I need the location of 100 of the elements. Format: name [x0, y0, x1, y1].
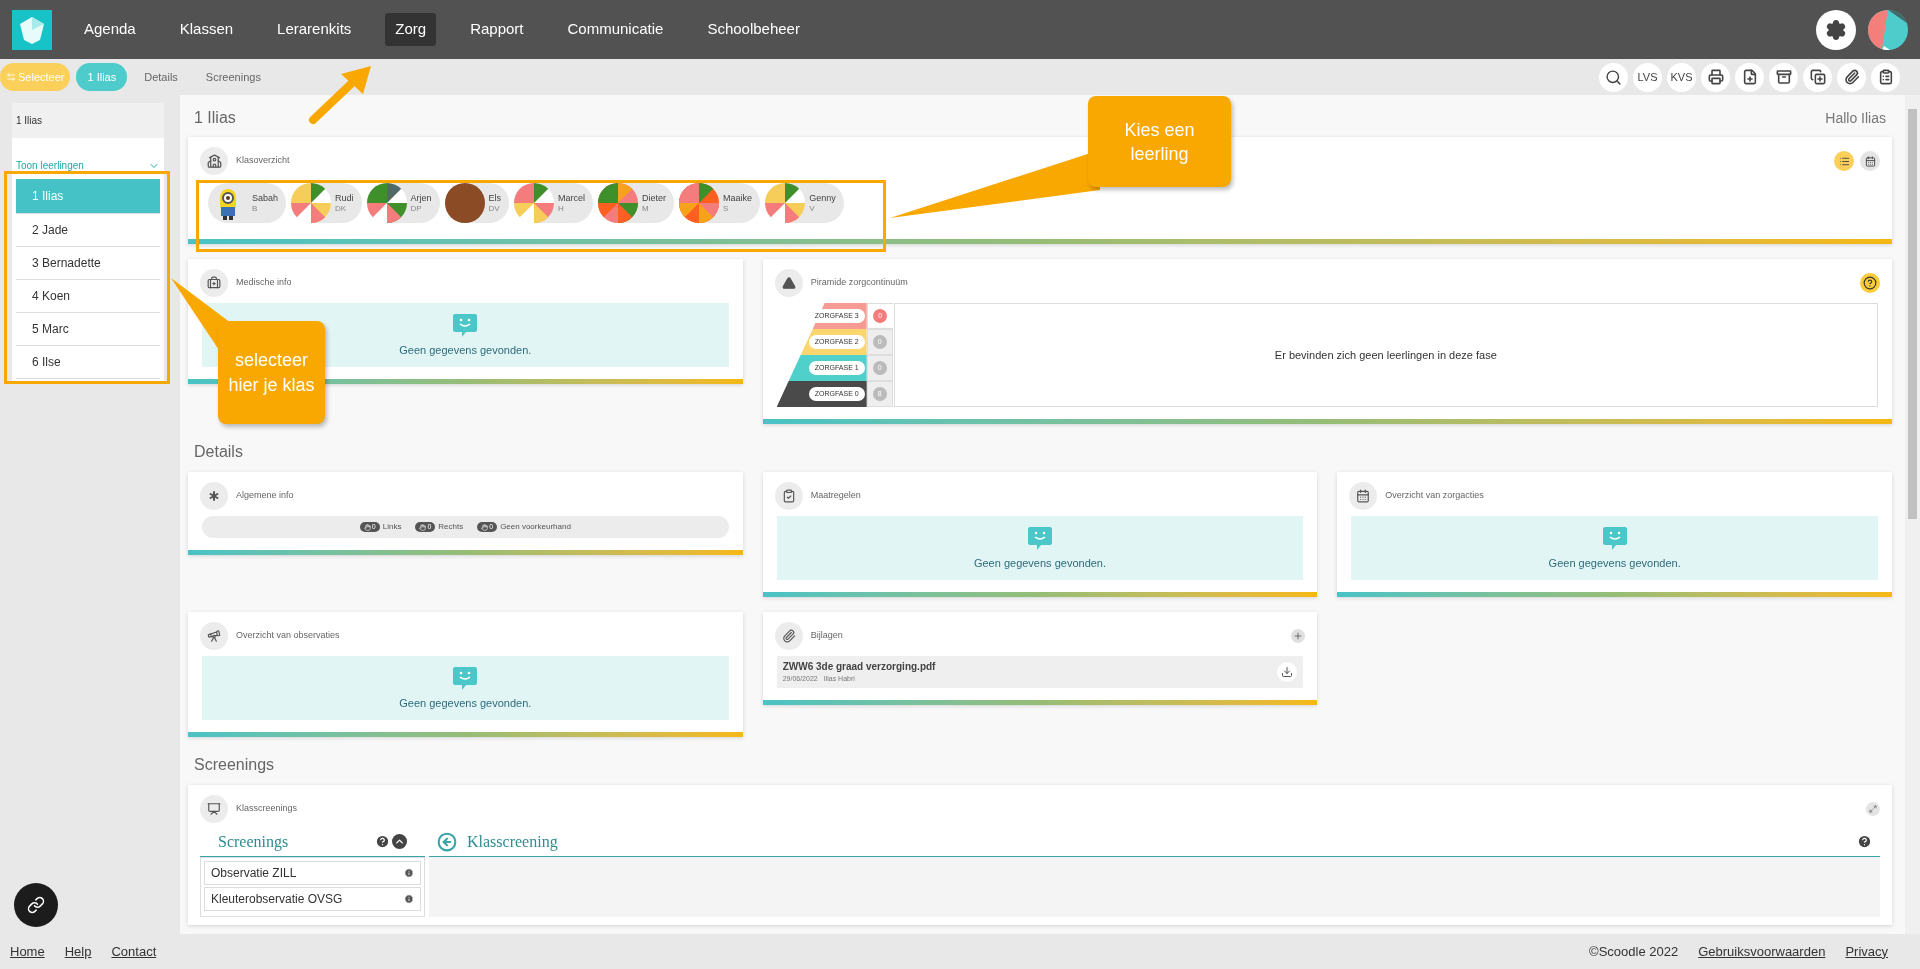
pattern-avatar-drawing: [598, 183, 639, 223]
settings-icon: [1825, 18, 1847, 41]
chat-smile-icon: [1601, 524, 1628, 551]
list-view-button[interactable]: [1834, 151, 1854, 171]
nav-tab[interactable]: Communicatie: [557, 13, 674, 46]
clipboard-button[interactable]: [1871, 62, 1900, 92]
print-button[interactable]: [1701, 62, 1730, 92]
nav-tab[interactable]: Agenda: [74, 13, 146, 46]
user-avatar-drawing[interactable]: [1868, 9, 1908, 50]
chat-smile-icon: [1027, 524, 1053, 551]
section-heading: Details: [193, 442, 244, 462]
download-button[interactable]: [1277, 662, 1298, 682]
printer-icon: [1707, 69, 1724, 85]
logo-icon[interactable]: [12, 9, 52, 50]
callout: Kies een leerling: [1088, 96, 1231, 187]
collapse-icon[interactable]: [392, 834, 407, 849]
link-icon: [27, 896, 45, 914]
card-title: Overzicht van observaties: [236, 629, 340, 643]
sub-tab[interactable]: Screenings: [194, 63, 272, 91]
clipboard-check-icon: [774, 482, 803, 510]
pattern-avatar-drawing: [514, 183, 555, 223]
file-name: ZWW6 3de graad verzorging.pdf: [782, 662, 937, 672]
help-icon: [1863, 276, 1877, 290]
hand-label: Geen voorkeurhand: [500, 521, 571, 533]
copyright: ©Scoodle 2022: [1589, 942, 1679, 961]
student-chip[interactable]: Genny V: [765, 183, 844, 223]
student-chip[interactable]: Sabah B: [208, 183, 287, 223]
card-title: Maatregelen: [810, 489, 861, 503]
student-chip[interactable]: Arjen DP: [366, 183, 440, 223]
search-icon: [1605, 68, 1622, 86]
attachment-button[interactable]: [1837, 62, 1866, 92]
settings-button[interactable]: [1816, 9, 1856, 50]
archive-button[interactable]: [1769, 62, 1798, 92]
card-title: Bijlagen: [810, 629, 843, 643]
school-icon: [200, 147, 228, 175]
copy-button[interactable]: [1803, 62, 1832, 92]
help-button[interactable]: [1860, 273, 1880, 293]
pattern-avatar-drawing: [291, 183, 332, 223]
card-title: Klasscreenings: [236, 802, 298, 816]
greeting: Hallo Ilias: [1825, 108, 1886, 128]
student-chip[interactable]: Dieter M: [598, 183, 675, 223]
back-icon[interactable]: [437, 831, 457, 852]
sub-tab[interactable]: Details: [133, 63, 189, 91]
search-button[interactable]: [1599, 62, 1628, 92]
toolbar-button[interactable]: KVS: [1667, 62, 1696, 92]
chevron-up-icon: [394, 836, 405, 847]
add-file-button[interactable]: [1735, 62, 1764, 92]
medical-kit-icon: [200, 269, 228, 297]
screening-item[interactable]: Kleuterobservatie OVSG: [204, 887, 421, 911]
clipboard-icon: [1877, 69, 1894, 85]
hand-icon: [363, 523, 371, 531]
swap-icon: [6, 72, 16, 82]
footer-link[interactable]: Home: [10, 941, 45, 962]
plus-icon: [1293, 631, 1304, 641]
calendar-view-button[interactable]: [1860, 151, 1880, 171]
student-chip[interactable]: Marcel H: [514, 183, 594, 223]
card-title: Overzicht van zorgacties: [1385, 489, 1484, 503]
paperclip-icon: [774, 622, 803, 650]
footer-link[interactable]: Contact: [111, 941, 157, 962]
archive-box-icon: [1775, 69, 1792, 85]
hand-label: Links: [382, 521, 402, 533]
list-icon: [1838, 155, 1850, 167]
student-chip[interactable]: Rudi DK: [291, 183, 362, 223]
nav-tab[interactable]: Lerarenkits: [267, 13, 362, 46]
calendar-icon: [1864, 155, 1876, 167]
chat-smile-icon: [452, 664, 479, 691]
section-heading: Screenings: [193, 755, 276, 775]
help-icon[interactable]: [1857, 834, 1872, 849]
footer-link[interactable]: Gebruiksvoorwaarden: [1698, 941, 1826, 962]
list-title: Screenings: [218, 831, 290, 853]
current-class-label: 1 Ilias: [12, 103, 164, 138]
scrollbar[interactable]: [1905, 95, 1920, 934]
student-chip[interactable]: Maaike S: [679, 183, 761, 223]
empty-message: Geen gegevens gevonden.: [399, 695, 532, 711]
student-chip[interactable]: Els DV: [444, 183, 510, 223]
card-title: Klasoverzicht: [236, 154, 290, 168]
calendar-icon: [1349, 482, 1378, 510]
nav-tab[interactable]: Rapport: [460, 13, 534, 46]
empty-message: Geen gegevens gevonden.: [973, 555, 1107, 571]
footer-link[interactable]: Privacy: [1845, 941, 1888, 962]
empty-message: Geen gegevens gevonden.: [1548, 555, 1681, 571]
copy-plus-icon: [1809, 69, 1826, 85]
nav-tab[interactable]: Schoolbeheer: [697, 13, 810, 46]
page-title: 1 Ilias: [194, 108, 236, 128]
hand-icon: [419, 523, 427, 531]
hand-icon: [481, 523, 489, 531]
toolbar-button[interactable]: LVS: [1633, 62, 1662, 92]
photo-placeholder: [444, 183, 485, 223]
empty-message: Geen gegevens gevonden.: [399, 342, 532, 358]
asterisk-icon: [200, 482, 228, 510]
download-icon: [1281, 666, 1294, 678]
screening-item[interactable]: Observatie ZILL: [204, 861, 421, 885]
info-icon: [404, 868, 414, 878]
chat-smile-icon: [452, 311, 479, 338]
hand-label: Rechts: [438, 521, 464, 533]
help-icon[interactable]: [375, 834, 390, 849]
nav-tab[interactable]: Klassen: [169, 13, 244, 46]
card-title: Algemene info: [236, 489, 294, 503]
footer-link[interactable]: Help: [64, 941, 92, 962]
nav-tab[interactable]: Zorg: [385, 13, 437, 46]
